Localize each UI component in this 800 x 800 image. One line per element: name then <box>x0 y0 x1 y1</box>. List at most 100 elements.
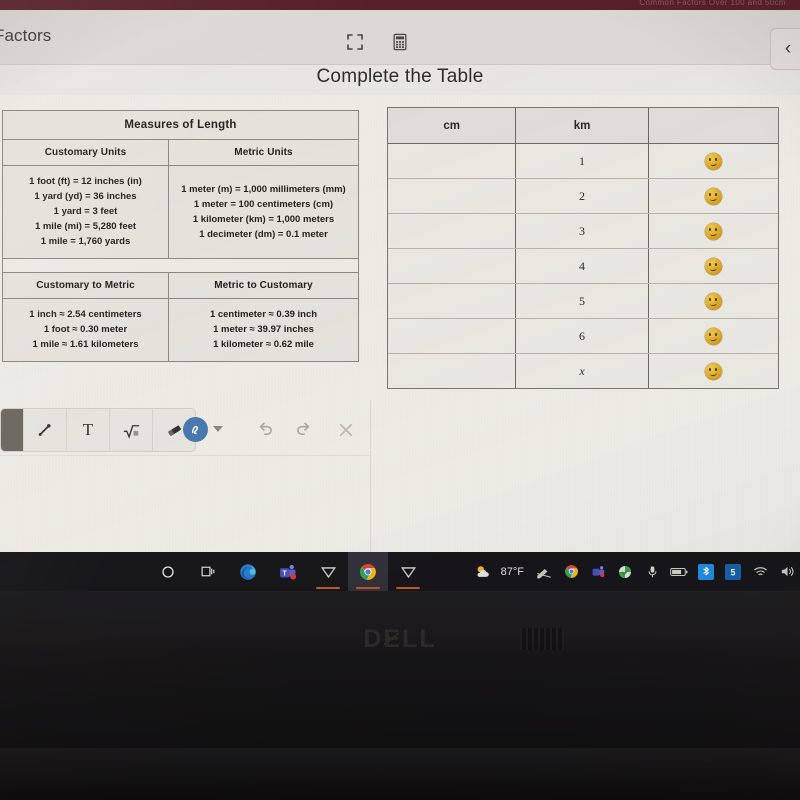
thinking-face-emoji[interactable] <box>648 143 778 179</box>
reference-subheader-row: Customary Units Metric Units <box>3 140 358 166</box>
list-item: 1 inch ≈ 2.54 centimeters <box>29 309 142 320</box>
dell-logo-d: D <box>363 625 384 653</box>
customary-units-list: 1 foot (ft) = 12 inches (in) 1 yard (yd)… <box>3 166 168 258</box>
scribble-select-button[interactable] <box>183 417 208 442</box>
cell-cm-input[interactable] <box>388 283 517 319</box>
math-tool[interactable] <box>110 409 153 451</box>
thinking-face-emoji[interactable] <box>648 248 778 284</box>
cell-km-value: 3 <box>515 213 649 249</box>
calculator-icon[interactable] <box>391 32 411 52</box>
running-indicator <box>316 587 340 589</box>
list-item: 1 yard (yd) = 36 inches <box>34 191 137 202</box>
complete-the-table-grid: cm km 123456x <box>387 107 779 389</box>
col-header-metric-to-customary: Metric to Customary <box>169 273 358 299</box>
cell-cm-input[interactable] <box>388 178 517 214</box>
laptop-screen: Common Factors Over 100 and 50cm Factors <box>0 0 800 591</box>
weather-temperature[interactable]: 87°F <box>501 566 524 578</box>
tool-group: T <box>0 408 196 452</box>
bluetooth-icon[interactable] <box>697 563 715 581</box>
list-item: 1 yard = 3 feet <box>53 206 118 217</box>
cortana-icon[interactable] <box>148 552 188 591</box>
cell-km-value: 4 <box>515 248 649 284</box>
table-row: 2 <box>388 178 778 214</box>
table-row: x <box>388 353 778 389</box>
microphone-icon[interactable] <box>643 563 661 581</box>
pen-muted-icon[interactable] <box>535 563 553 581</box>
table-divider <box>3 258 358 273</box>
previous-button[interactable]: ‹ <box>770 28 800 70</box>
chrome-icon[interactable] <box>348 552 388 591</box>
drawing-toolbar: T <box>0 408 378 452</box>
clear-button[interactable] <box>334 418 358 442</box>
list-item: 1 foot ≈ 0.30 meter <box>43 324 128 335</box>
list-item: 1 mile ≈ 1.61 kilometers <box>32 339 139 350</box>
metric-to-customary-list: 1 centimeter ≈ 0.39 inch 1 meter ≈ 39.97… <box>169 299 358 361</box>
teams-tray-icon[interactable] <box>589 563 607 581</box>
reference-banner: Measures of Length <box>3 111 358 140</box>
system-tray: 87°F 5 <box>474 552 796 591</box>
col-header-customary-units: Customary Units <box>3 140 168 166</box>
list-item: 1 meter = 100 centimeters (cm) <box>193 198 334 210</box>
battery-icon[interactable] <box>670 563 688 581</box>
antivirus-shield-icon[interactable] <box>616 563 634 581</box>
thinking-face-emoji[interactable] <box>648 178 778 214</box>
teams-icon[interactable]: T <box>268 552 308 591</box>
customary-to-metric-list: 1 inch ≈ 2.54 centimeters 1 foot ≈ 0.30 … <box>3 299 168 361</box>
browser-chrome-bar: Common Factors Over 100 and 50cm <box>0 0 800 10</box>
volume-icon[interactable] <box>778 563 796 581</box>
dell-logo: DELL <box>0 625 800 654</box>
windows-taskbar: T 87°F 5 <box>0 552 800 591</box>
cell-km-value: 2 <box>515 178 649 214</box>
thinking-face-emoji[interactable] <box>648 283 778 319</box>
list-item: 1 decimeter (dm) = 0.1 meter <box>199 228 328 240</box>
redo-button[interactable] <box>293 418 317 442</box>
page-title: Factors <box>0 26 52 45</box>
col-header-km: km <box>515 108 649 144</box>
text-tool-label: T <box>82 420 94 439</box>
running-indicator <box>356 587 380 589</box>
thinking-face-emoji[interactable] <box>648 318 778 354</box>
col-header-customary-to-metric: Customary to Metric <box>3 273 168 299</box>
cell-cm-input[interactable] <box>388 318 517 354</box>
answer-table-header-row: cm km <box>388 108 778 144</box>
cell-cm-input[interactable] <box>388 143 517 179</box>
thinking-face-emoji[interactable] <box>648 213 778 249</box>
undo-button[interactable] <box>252 418 276 442</box>
header-icon-group <box>345 32 411 52</box>
dell-logo-e: E <box>383 625 403 653</box>
metric-units-list: 1 meter (m) = 1,000 millimeters (mm) 1 m… <box>169 174 358 251</box>
cell-km-value: 5 <box>515 283 649 319</box>
wifi-icon[interactable] <box>751 563 769 581</box>
browser-tab-title: Common Factors Over 100 and 50cm <box>639 0 786 7</box>
fullscreen-icon[interactable] <box>345 32 365 52</box>
selected-indicator <box>1 409 24 451</box>
list-item: 1 meter (m) = 1,000 millimeters (mm) <box>181 183 346 195</box>
cell-cm-input[interactable] <box>388 353 517 388</box>
chrome-tray-icon[interactable] <box>562 563 580 581</box>
app-header: Factors <box>0 10 800 70</box>
edge-icon[interactable] <box>228 552 268 591</box>
list-item: 1 mile (mi) = 5,280 feet <box>34 221 137 232</box>
cell-cm-input[interactable] <box>388 248 517 284</box>
table-row: 5 <box>388 283 778 319</box>
thinking-face-emoji[interactable] <box>648 354 778 389</box>
laptop-hinge <box>0 748 800 800</box>
text-tool[interactable]: T <box>67 409 110 451</box>
chevron-down-icon[interactable] <box>213 426 223 432</box>
svg-text:5: 5 <box>731 567 736 577</box>
worksheet-title: Complete the Table <box>316 66 484 87</box>
weather-icon[interactable] <box>474 563 492 581</box>
task-view-icon[interactable] <box>188 552 228 591</box>
shield-app2-icon[interactable] <box>388 552 428 591</box>
list-item: 1 centimeter ≈ 0.39 inch <box>209 309 318 320</box>
five-badge-icon[interactable]: 5 <box>724 563 742 581</box>
cell-cm-input[interactable] <box>388 213 517 249</box>
dell-logo-ll: LL <box>402 625 437 653</box>
table-row: 4 <box>388 248 778 284</box>
table-row: 1 <box>388 143 778 179</box>
taskbar-apps: T <box>148 552 428 591</box>
running-indicator <box>396 587 420 589</box>
pen-tool[interactable] <box>24 409 67 451</box>
col-header-blank <box>648 108 778 144</box>
shield-app-icon[interactable] <box>308 552 348 591</box>
